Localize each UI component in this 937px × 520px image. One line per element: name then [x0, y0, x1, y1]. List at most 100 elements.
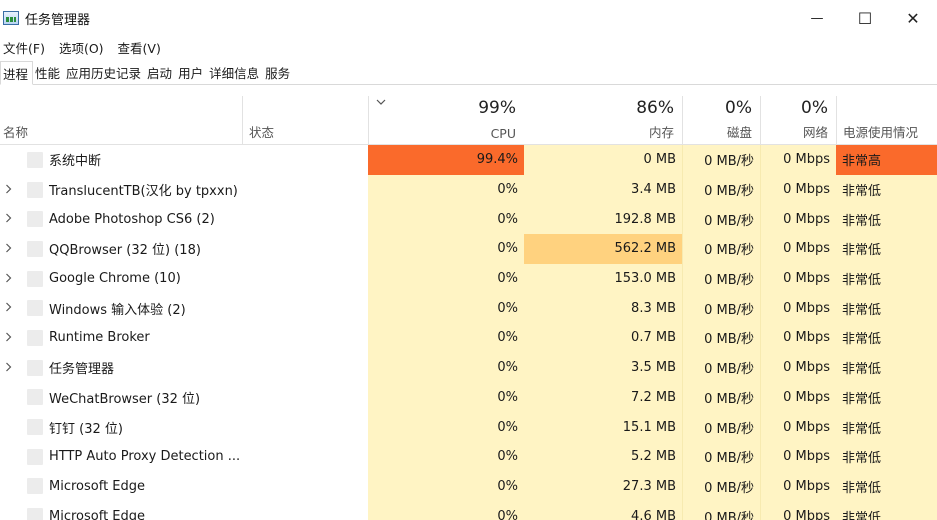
process-name-cell: Google Chrome (10): [0, 264, 368, 294]
process-name-cell: HTTP Auto Proxy Detection ...: [0, 442, 368, 472]
tab-processes[interactable]: 进程: [0, 61, 34, 85]
process-row[interactable]: 任务管理器 0% 3.5 MB 0 MB/秒 0 Mbps 非常低: [0, 352, 937, 383]
disk-cell: 0 MB/秒: [682, 174, 760, 205]
expand-chevron-icon[interactable]: [5, 301, 12, 315]
disk-cell: 0 MB/秒: [682, 352, 760, 383]
process-icon: [27, 181, 43, 198]
cpu-cell: 0%: [368, 352, 524, 383]
tab-startup[interactable]: 启动: [145, 64, 176, 84]
disk-cell: 0 MB/秒: [682, 323, 760, 353]
header-power-label: 电源使用情况: [843, 125, 919, 140]
tab-services[interactable]: 服务: [263, 64, 294, 84]
process-row[interactable]: 系统中断 99.4% 0 MB 0 MB/秒 0 Mbps 非常高: [0, 145, 937, 175]
process-name-cell: Adobe Photoshop CS6 (2): [0, 204, 368, 234]
process-name-cell: 系统中断: [0, 145, 368, 175]
disk-cell: 0 MB/秒: [682, 234, 760, 264]
expand-chevron-icon[interactable]: [5, 361, 12, 375]
process-name-cell: Microsoft Edge: [0, 501, 368, 520]
maximize-button[interactable]: ☐: [841, 0, 889, 36]
process-icon: [27, 448, 43, 465]
expand-chevron-icon[interactable]: [5, 183, 12, 197]
process-name: 系统中断: [49, 154, 102, 170]
process-row[interactable]: Runtime Broker 0% 0.7 MB 0 MB/秒 0 Mbps 非常低: [0, 323, 937, 353]
process-name: Adobe Photoshop CS6 (2): [49, 211, 215, 227]
power-usage-cell: 非常低: [836, 471, 937, 502]
expand-chevron-icon[interactable]: [5, 242, 12, 256]
process-name: 钉钉 (32 位): [49, 421, 123, 437]
expand-chevron-icon[interactable]: [5, 272, 12, 286]
expand-chevron-icon[interactable]: [5, 212, 12, 226]
disk-cell: 0 MB/秒: [682, 293, 760, 324]
process-icon: [27, 389, 43, 406]
memory-cell: 0.7 MB: [524, 323, 682, 353]
menu-view[interactable]: 查看(V): [115, 38, 168, 57]
header-memory[interactable]: 86% 内存: [524, 96, 682, 144]
title-bar[interactable]: 任务管理器 — ☐ ✕: [0, 0, 937, 36]
process-row[interactable]: 钉钉 (32 位) 0% 15.1 MB 0 MB/秒 0 Mbps 非常低: [0, 412, 937, 442]
cpu-cell: 99.4%: [368, 145, 524, 175]
task-manager-window: 任务管理器 — ☐ ✕ 文件(F) 选项(O) 查看(V) 进程 性能 应用历史…: [0, 0, 937, 520]
memory-cell: 8.3 MB: [524, 293, 682, 324]
expand-chevron-icon[interactable]: [5, 331, 12, 345]
power-usage-cell: 非常低: [836, 174, 937, 205]
header-cpu-pct: 99%: [478, 98, 516, 118]
process-name: Google Chrome (10): [49, 271, 181, 287]
tab-users[interactable]: 用户: [176, 64, 207, 84]
memory-cell: 5.2 MB: [524, 441, 682, 472]
process-row[interactable]: Microsoft Edge 0% 4.6 MB 0 MB/秒 0 Mbps 非常低: [0, 501, 937, 520]
header-memory-pct: 86%: [636, 98, 674, 118]
header-name[interactable]: 名称: [0, 96, 242, 144]
cpu-cell: 0%: [368, 501, 524, 520]
sort-chevron-down-icon: [376, 96, 386, 109]
process-icon: [27, 151, 43, 168]
header-power[interactable]: 电源使用情况: [836, 96, 937, 144]
process-row[interactable]: HTTP Auto Proxy Detection ... 0% 5.2 MB 0 M…: [0, 441, 937, 472]
minimize-icon: —: [810, 10, 824, 26]
process-name: QQBrowser (32 位) (18): [49, 243, 201, 259]
minimize-button[interactable]: —: [793, 0, 841, 36]
process-row[interactable]: QQBrowser (32 位) (18) 0% 562.2 MB 0 MB/秒 0 M…: [0, 234, 937, 264]
process-icon: [27, 211, 43, 228]
disk-cell: 0 MB/秒: [682, 382, 760, 413]
disk-cell: 0 MB/秒: [682, 471, 760, 502]
tab-performance[interactable]: 性能: [33, 64, 64, 84]
column-header: 名称 状态 99% CPU 86% 内存 0% 磁盘 0% 网络 电源使用情况: [0, 96, 937, 145]
power-usage-cell: 非常低: [836, 234, 937, 264]
memory-cell: 27.3 MB: [524, 471, 682, 502]
network-cell: 0 Mbps: [760, 501, 836, 520]
cpu-cell: 0%: [368, 471, 524, 502]
task-manager-app-icon: [3, 11, 19, 25]
process-row[interactable]: Windows 输入体验 (2) 0% 8.3 MB 0 MB/秒 0 Mbps 非常低: [0, 293, 937, 324]
network-cell: 0 Mbps: [760, 412, 836, 442]
process-row[interactable]: TranslucentTB(汉化 by tpxxn) 0% 3.4 MB 0 MB/秒…: [0, 174, 937, 205]
process-row[interactable]: Google Chrome (10) 0% 153.0 MB 0 MB/秒 0 Mbps…: [0, 263, 937, 294]
close-button[interactable]: ✕: [889, 0, 937, 36]
disk-cell: 0 MB/秒: [682, 263, 760, 294]
cpu-cell: 0%: [368, 441, 524, 472]
process-row[interactable]: Microsoft Edge 0% 27.3 MB 0 MB/秒 0 Mbps 非常低: [0, 471, 937, 502]
network-cell: 0 Mbps: [760, 441, 836, 472]
header-disk[interactable]: 0% 磁盘: [682, 96, 760, 144]
menu-options[interactable]: 选项(O): [56, 38, 111, 57]
header-status[interactable]: 状态: [242, 96, 368, 144]
network-cell: 0 Mbps: [760, 145, 836, 175]
header-status-label: 状态: [249, 125, 275, 140]
tab-app-history[interactable]: 应用历史记录: [64, 64, 145, 84]
menu-file[interactable]: 文件(F): [0, 38, 52, 57]
process-icon: [27, 478, 43, 495]
memory-cell: 192.8 MB: [524, 204, 682, 235]
tab-details[interactable]: 详细信息: [207, 64, 263, 84]
power-usage-cell: 非常高: [836, 145, 937, 175]
header-cpu-label: CPU: [490, 126, 516, 141]
process-name: Runtime Broker: [49, 330, 150, 346]
header-network[interactable]: 0% 网络: [760, 96, 836, 144]
cpu-cell: 0%: [368, 263, 524, 294]
memory-cell: 153.0 MB: [524, 263, 682, 294]
disk-cell: 0 MB/秒: [682, 501, 760, 520]
process-name-cell: QQBrowser (32 位) (18): [0, 234, 368, 264]
process-row[interactable]: WeChatBrowser (32 位) 0% 7.2 MB 0 MB/秒 0 Mbps…: [0, 382, 937, 413]
header-cpu[interactable]: 99% CPU: [368, 96, 524, 144]
process-row[interactable]: Adobe Photoshop CS6 (2) 0% 192.8 MB 0 MB/秒 0…: [0, 204, 937, 235]
memory-cell: 0 MB: [524, 145, 682, 175]
process-icon: [27, 300, 43, 317]
